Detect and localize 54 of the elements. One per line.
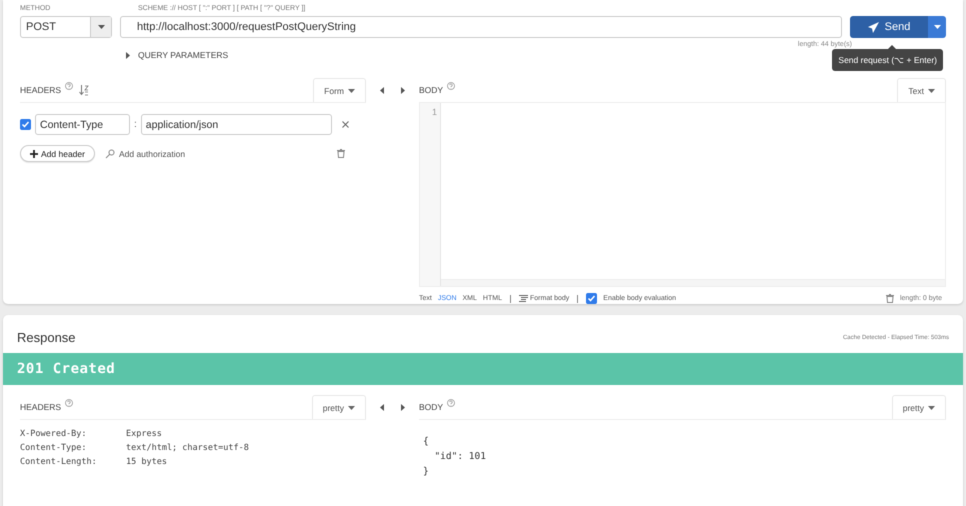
line-number: 1 [432, 107, 437, 117]
header-name: Content-Length: [20, 457, 98, 467]
headers-title: HEADERS [20, 402, 62, 412]
header-value: Express [126, 429, 162, 439]
add-authorization-link[interactable]: Add authorization [104, 148, 186, 158]
body-format-dropdown[interactable]: Text [897, 78, 946, 102]
add-header-button[interactable]: Add header [20, 145, 95, 162]
dropdown-caret-icon [98, 25, 104, 29]
caret-icon [934, 25, 940, 29]
help-icon[interactable] [447, 82, 456, 90]
header-name-field[interactable]: Content-Type [35, 114, 130, 135]
status-bar: 201 Created [3, 353, 963, 385]
header-checkbox[interactable] [20, 119, 31, 130]
header-value-field[interactable]: application/json [140, 114, 332, 135]
help-icon[interactable] [447, 399, 456, 407]
url-field[interactable]: http://localhost:3000/requestPostQueryString [120, 16, 842, 38]
send-button[interactable]: Send [850, 16, 928, 38]
response-title: Response [17, 330, 76, 345]
caret-icon [928, 88, 935, 92]
headers-format-dropdown[interactable]: pretty [312, 395, 366, 419]
collapse-left-icon[interactable] [380, 87, 384, 94]
body-title: BODY [419, 85, 444, 95]
format-lines-icon [518, 294, 528, 302]
sort-icon[interactable] [79, 84, 90, 96]
header-name: Content-Type: [20, 443, 88, 453]
header-value: text/html; charset=utf-8 [126, 443, 249, 453]
body-format-dropdown[interactable]: pretty [892, 395, 946, 419]
collapse-right-icon[interactable] [401, 87, 405, 94]
header-value: 15 bytes [126, 457, 167, 467]
plus-icon [30, 150, 38, 158]
caret-icon [928, 406, 935, 410]
send-options-button[interactable] [928, 16, 946, 38]
caret-icon [348, 406, 355, 410]
trash-icon[interactable] [886, 294, 894, 303]
code-line: "id": 101 [433, 451, 487, 462]
method-select[interactable]: POST [20, 16, 112, 38]
caret-icon [348, 88, 355, 92]
remove-icon[interactable] [342, 121, 349, 128]
help-icon[interactable] [65, 399, 74, 407]
query-parameters-toggle[interactable]: QUERY PARAMETERS [126, 50, 228, 60]
help-icon[interactable] [65, 82, 74, 90]
headers-title: HEADERS [20, 85, 62, 95]
code-line: { [423, 436, 430, 447]
code-line: } [423, 466, 430, 477]
headers-format-dropdown[interactable]: Form [313, 78, 366, 102]
trash-icon[interactable] [337, 149, 345, 158]
expand-triangle-icon [126, 52, 130, 58]
collapse-right-icon[interactable] [401, 404, 405, 411]
body-evaluation-checkbox[interactable] [586, 293, 598, 304]
paper-plane-icon [868, 22, 879, 32]
body-title: BODY [419, 402, 444, 412]
collapse-left-icon[interactable] [380, 404, 384, 411]
header-separator: : [134, 119, 137, 130]
header-name: X-Powered-By: [20, 429, 88, 439]
